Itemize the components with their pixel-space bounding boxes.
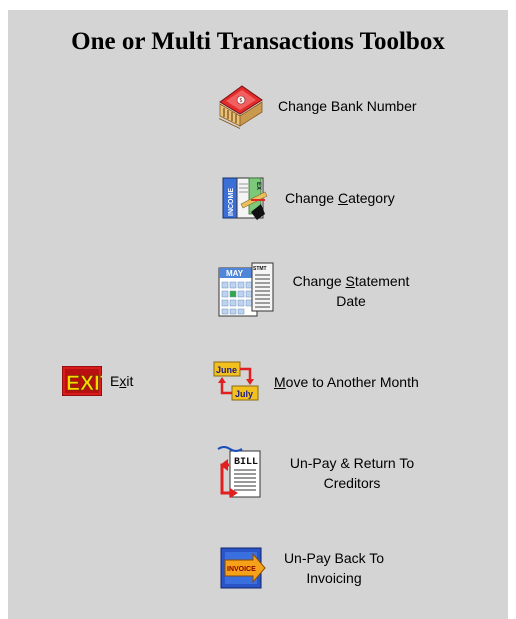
unpay-return-to-creditors-button[interactable]: BILL Un-Pay & Return To Creditors (216, 445, 422, 501)
svg-text:MAY: MAY (226, 269, 244, 278)
svg-text:BILL: BILL (234, 457, 258, 468)
exit-label: Exit (110, 373, 134, 389)
change-statement-date-button[interactable]: MAY STMT Change Statement Date (218, 262, 416, 320)
exit-sign-icon: EXIT (61, 365, 113, 397)
change-statement-date-label: Change Statement Date (292, 273, 410, 309)
svg-text:$: $ (240, 98, 243, 104)
move-to-another-month-label: Move to Another Month (274, 374, 419, 390)
unpay-back-to-invoicing-label: Un-Pay Back To Invoicing (283, 550, 385, 586)
invoice-arrow-icon: INVOICE (219, 544, 267, 592)
exit-button[interactable]: EXIT Exit (61, 365, 134, 397)
change-category-button[interactable]: INCOME EX Change Category (221, 174, 395, 222)
change-category-label: Change Category (285, 190, 395, 206)
income-expense-book-icon: INCOME EX (221, 174, 269, 222)
bill-return-arrow-icon: BILL (216, 445, 270, 501)
change-bank-number-label: Change Bank Number (278, 98, 417, 114)
svg-text:July: July (235, 389, 253, 399)
unpay-return-to-creditors-label: Un-Pay & Return To Creditors (289, 455, 415, 491)
move-to-another-month-button[interactable]: June July Move to Another Month (212, 358, 419, 406)
change-bank-number-button[interactable]: $ Change Bank Number (216, 82, 417, 130)
svg-text:EX: EX (255, 182, 261, 190)
calendar-statement-icon: MAY STMT (218, 262, 274, 320)
unpay-back-to-invoicing-button[interactable]: INVOICE Un-Pay Back To Invoicing (219, 544, 389, 592)
svg-text:EXIT: EXIT (66, 372, 102, 395)
june-july-arrow-icon: June July (212, 358, 260, 406)
svg-text:June: June (216, 365, 237, 375)
toolbox-title: One or Multi Transactions Toolbox (71, 28, 445, 55)
svg-text:INCOME: INCOME (228, 188, 235, 216)
svg-text:INVOICE: INVOICE (227, 566, 256, 573)
svg-text:STMT: STMT (253, 266, 267, 272)
bank-building-icon: $ (216, 82, 264, 130)
